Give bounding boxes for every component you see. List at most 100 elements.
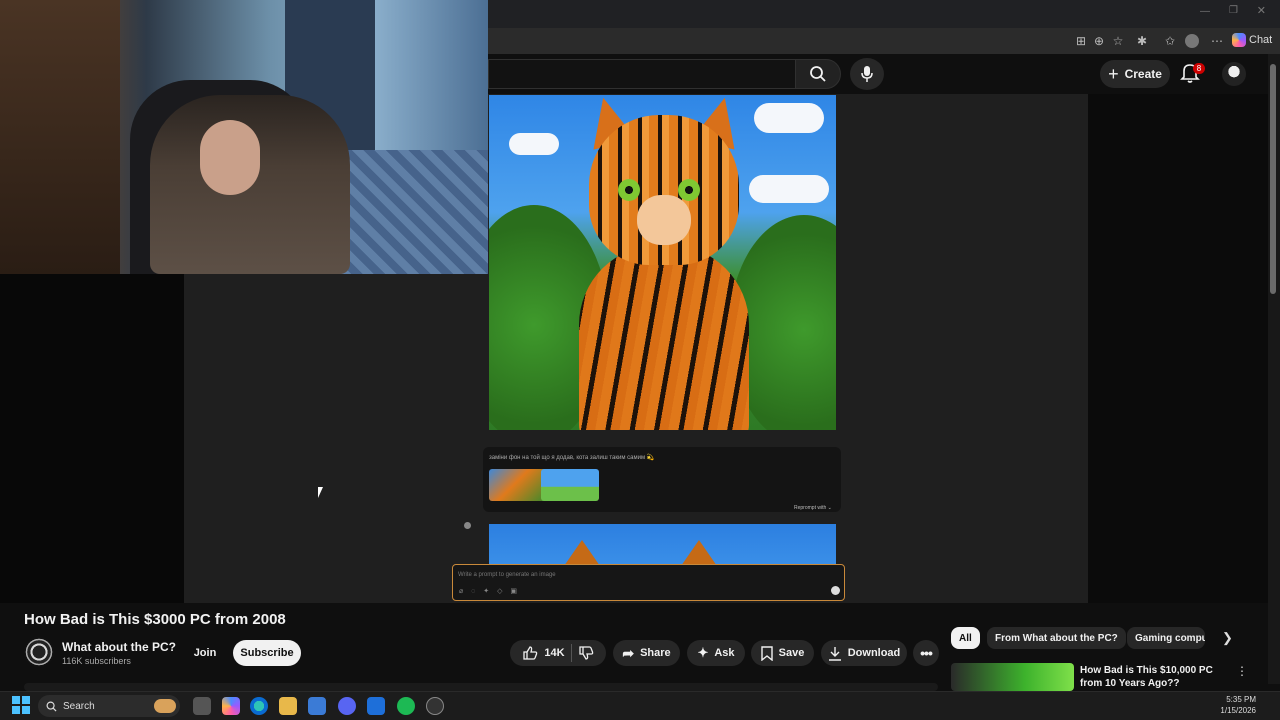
search-icon <box>810 66 826 82</box>
extensions-icon[interactable]: ✱ <box>1134 33 1150 49</box>
photos-app-icon[interactable] <box>367 697 385 715</box>
save-label: Save <box>778 647 805 659</box>
more-actions-button[interactable]: ••• <box>913 640 939 666</box>
generated-cat-image-2 <box>489 524 836 564</box>
join-label: Join <box>193 647 217 659</box>
video-title: How Bad is This $3000 PC from 2008 <box>24 611 286 628</box>
voice-search-button[interactable] <box>850 58 884 90</box>
restore-icon[interactable]: ❐ <box>1229 5 1238 16</box>
clock-date: 1/15/2026 <box>1220 706 1256 715</box>
bookmark-icon <box>760 645 773 661</box>
plus-icon: + <box>1108 64 1119 84</box>
favorites-icon[interactable]: ✩ <box>1162 33 1178 49</box>
mouse-cursor-icon <box>318 487 328 498</box>
system-clock[interactable]: 5:35 PM 1/15/2026 <box>1220 694 1256 716</box>
sparkle-icon: ✦ <box>697 645 709 660</box>
chip-gaming[interactable]: Gaming compu <box>1127 627 1205 649</box>
image-prompt-input[interactable]: Write a prompt to generate an image ⌀ ◌ … <box>452 564 845 601</box>
attached-background-thumbnail[interactable] <box>541 469 599 501</box>
app-available-icon[interactable]: ⊞ <box>1073 33 1089 49</box>
like-dislike-group: 14K <box>510 640 606 666</box>
thumbs-up-icon <box>523 646 538 660</box>
player-right-letterbox <box>1088 94 1268 603</box>
windows-start-icon[interactable] <box>12 696 30 714</box>
microsoft-store-icon[interactable] <box>308 697 326 715</box>
prompt-message-text: заміни фон на той що я додав, кота залиш… <box>489 455 655 461</box>
close-icon[interactable]: ✕ <box>1257 4 1266 17</box>
prompt-placeholder: Write a prompt to generate an image <box>458 572 556 578</box>
cloud <box>749 175 829 203</box>
webcam-face <box>200 120 260 195</box>
player-left-letterbox <box>0 274 184 603</box>
share-label: Share <box>640 647 671 659</box>
send-icon[interactable] <box>831 586 840 595</box>
more-dots-icon: ••• <box>920 645 933 661</box>
channel-avatar[interactable] <box>24 637 54 667</box>
cat-ear-left <box>564 540 600 564</box>
download-label: Download <box>847 647 901 659</box>
zoom-icon[interactable]: ⊕ <box>1091 33 1107 49</box>
subscribe-label: Subscribe <box>240 647 294 659</box>
taskbar-search[interactable]: Search <box>38 695 180 717</box>
like-divider <box>570 644 572 662</box>
join-button[interactable]: Join <box>183 640 227 666</box>
attached-cat-thumbnail[interactable] <box>489 469 547 501</box>
copilot-app-icon[interactable] <box>222 697 240 715</box>
prompt-tool-icons[interactable]: ⌀ ◌ ✦ ◇ ▣ <box>459 587 520 595</box>
subscribe-button[interactable]: Subscribe <box>233 640 301 666</box>
share-icon: ➦ <box>622 644 635 661</box>
file-explorer-icon[interactable] <box>279 697 297 715</box>
profile-icon[interactable] <box>1185 34 1199 48</box>
webcam-bed <box>340 150 488 274</box>
scrollbar-thumb[interactable] <box>1270 64 1276 294</box>
reprompt-button[interactable]: Reprompt with ⌄ <box>794 505 832 511</box>
taskbar-search-label: Search <box>63 700 95 712</box>
generator-loading-icon <box>464 522 471 529</box>
search-icon <box>46 701 57 712</box>
edge-browser-icon[interactable] <box>250 697 268 715</box>
search-highlight-icon <box>154 699 176 713</box>
recommendation-menu-icon[interactable]: ⋮ <box>1236 664 1248 678</box>
chip-all[interactable]: All <box>951 627 980 649</box>
browser-titlebar: — ❐ ✕ <box>488 0 1280 28</box>
microphone-icon <box>861 66 873 82</box>
page-scrollbar[interactable] <box>1268 54 1280 684</box>
spotify-icon[interactable] <box>397 697 415 715</box>
cat-ear-right <box>681 540 717 564</box>
favorite-star-icon[interactable]: ☆ <box>1110 33 1126 49</box>
minimize-icon[interactable]: — <box>1200 6 1210 17</box>
discord-icon[interactable] <box>338 697 356 715</box>
recommendation-title[interactable]: How Bad is This $10,000 PC from 10 Years… <box>1080 664 1230 690</box>
more-menu-icon[interactable]: ⋯ <box>1209 33 1225 49</box>
thumbs-down-icon[interactable] <box>578 645 594 661</box>
like-count: 14K <box>544 647 565 659</box>
search-button[interactable] <box>795 59 841 89</box>
webcam-overlay <box>0 0 488 274</box>
save-button[interactable]: Save <box>751 640 814 666</box>
ask-label: Ask <box>714 647 735 659</box>
chat-label: Chat <box>1249 34 1273 46</box>
create-label: Create <box>1124 67 1162 81</box>
cat-eye-left <box>618 179 640 201</box>
chevron-right-icon[interactable]: ❯ <box>1222 630 1233 646</box>
recommendation-thumbnail[interactable] <box>951 663 1074 691</box>
description-box-edge <box>24 683 938 691</box>
create-button[interactable]: + Create <box>1100 60 1170 88</box>
channel-name[interactable]: What about the PC? <box>62 640 176 654</box>
task-view-icon[interactable] <box>193 697 211 715</box>
share-button[interactable]: ➦ Share <box>613 640 680 666</box>
chip-from-channel[interactable]: From What about the PC? <box>987 627 1126 649</box>
search-input[interactable] <box>488 59 795 89</box>
account-avatar[interactable] <box>1222 62 1246 86</box>
cloud <box>754 103 824 133</box>
subscriber-count: 116K subscribers <box>62 656 131 666</box>
cat-eye-right <box>678 179 700 201</box>
webcam-shelf <box>0 0 120 274</box>
steam-icon[interactable] <box>426 697 444 715</box>
download-button[interactable]: Download <box>821 640 907 666</box>
like-button[interactable]: 14K <box>522 645 565 661</box>
copilot-chat-button[interactable]: Chat <box>1232 31 1276 49</box>
notification-badge: 8 <box>1193 63 1205 74</box>
ask-button[interactable]: ✦ Ask <box>687 640 745 666</box>
video-frame-left[interactable] <box>184 274 488 603</box>
